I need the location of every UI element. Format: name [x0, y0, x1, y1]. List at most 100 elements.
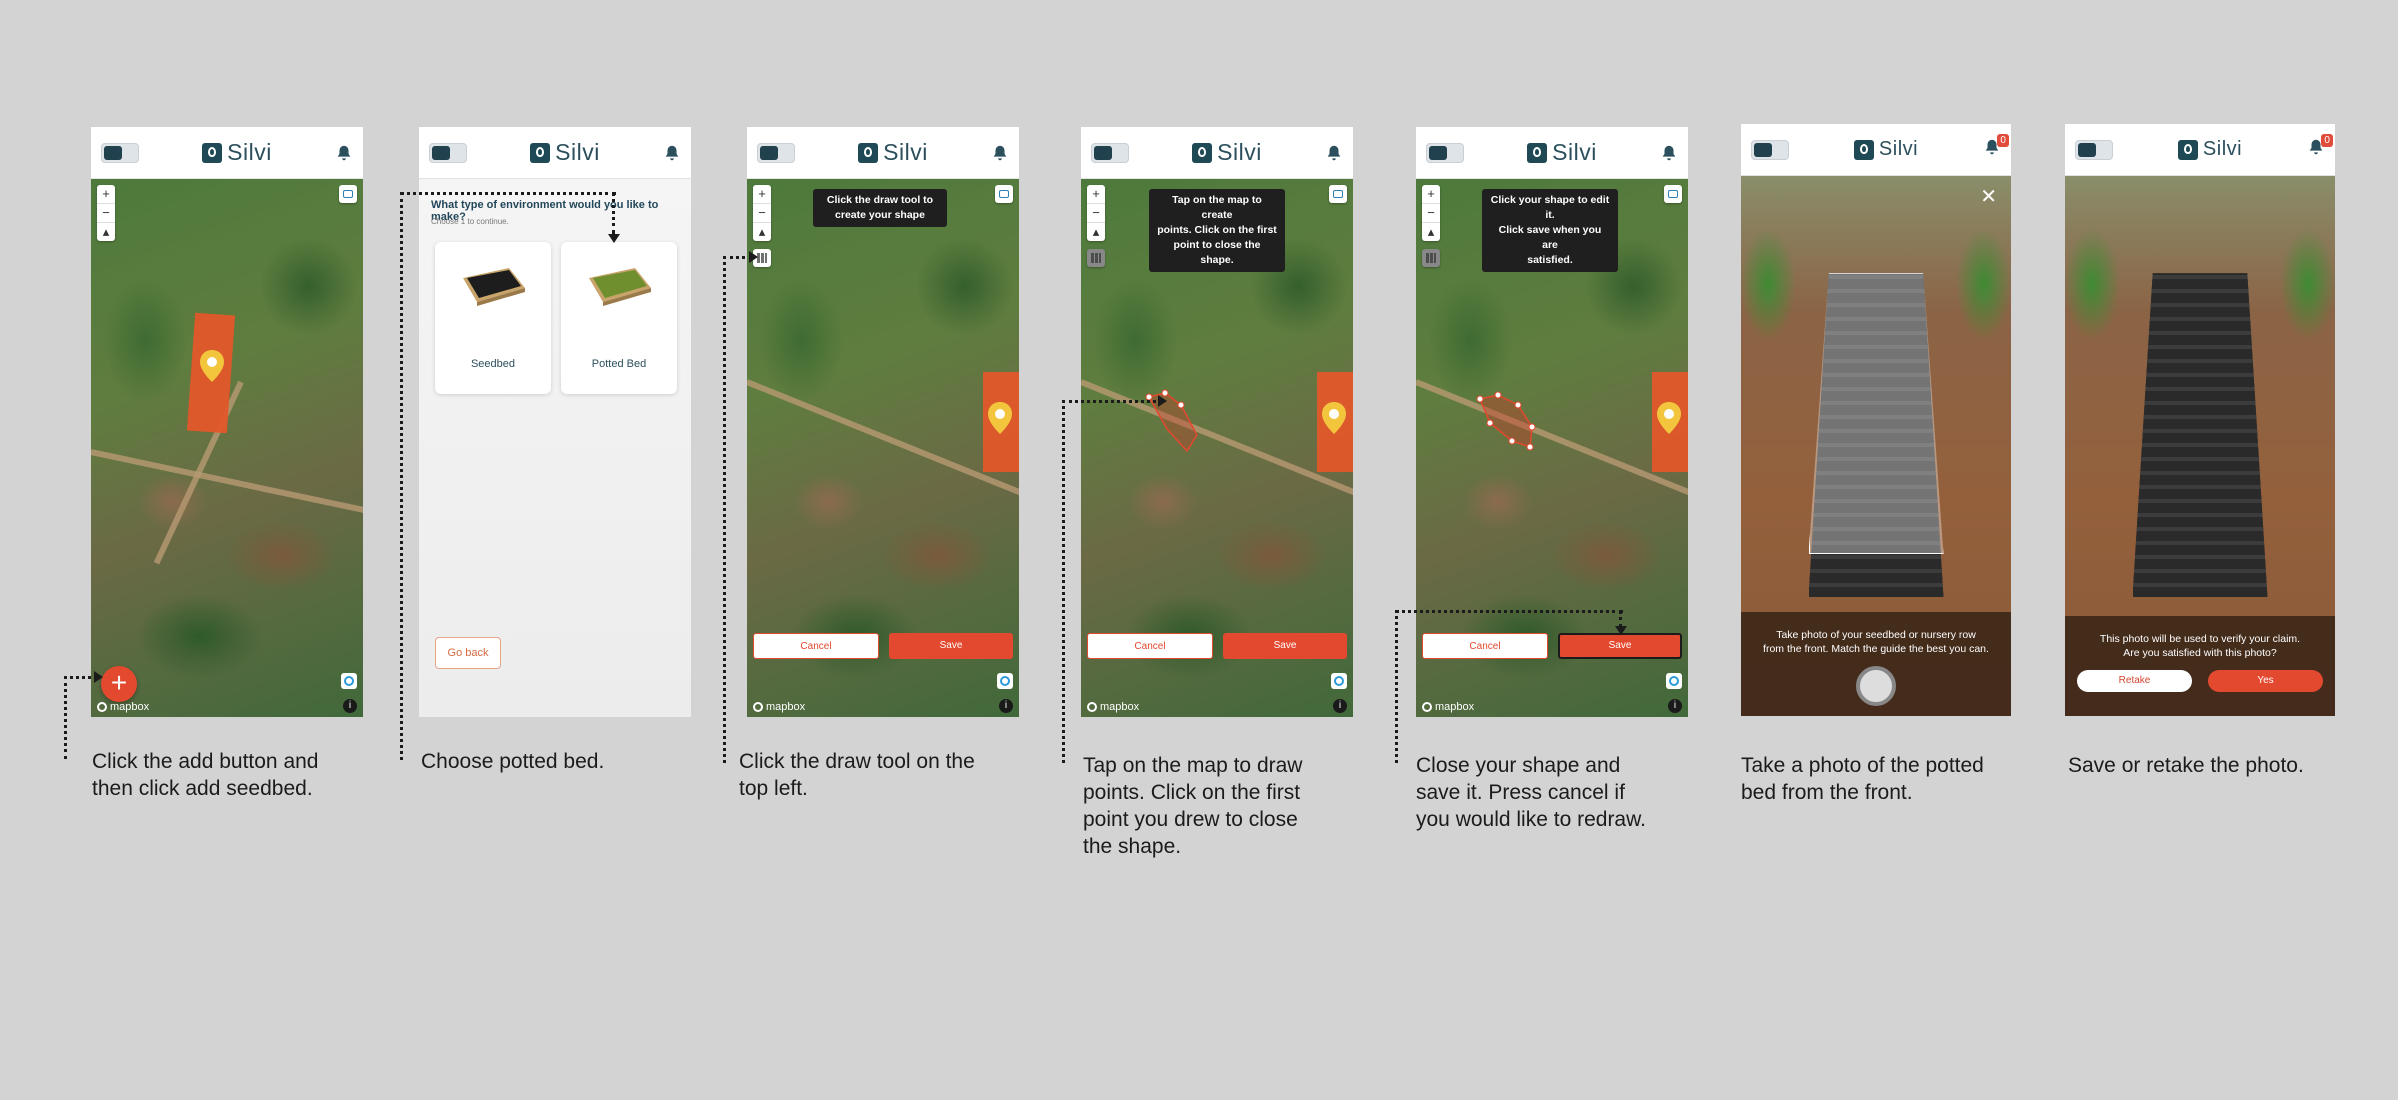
locate-icon[interactable] [1666, 673, 1682, 689]
map-pin-icon[interactable] [1321, 401, 1347, 435]
theme-toggle[interactable] [1751, 139, 1789, 160]
zoom-out-button[interactable]: − [1087, 204, 1105, 223]
caption-line: Click the draw tool on the [739, 750, 975, 773]
potted-bed-photo [2132, 273, 2268, 598]
locate-icon[interactable] [1331, 673, 1347, 689]
top-bar: Silvi 0 [1741, 124, 2011, 176]
zoom-controls: + − ▴ [1087, 185, 1105, 241]
draw-tooltip: Click the draw tool to create your shape [813, 189, 947, 227]
photo-instructions: Take photo of your seedbed or nursery ro… [1741, 612, 2011, 716]
satellite-map[interactable]: + − ▴ Click the draw tool to create your… [747, 179, 1019, 717]
shutter-button[interactable] [1856, 666, 1896, 706]
theme-toggle[interactable] [2075, 139, 2113, 160]
confirm-prompt: This photo will be used to verify your c… [2065, 616, 2335, 716]
app-name: Silvi [1878, 138, 1919, 160]
locate-icon[interactable] [997, 673, 1013, 689]
action-buttons: Cancel Save [753, 633, 1013, 659]
silvi-logo-icon [2177, 139, 2198, 160]
caption-line: top left. [739, 777, 808, 800]
top-bar: Silvi [419, 127, 691, 179]
theme-toggle[interactable] [1426, 142, 1464, 163]
step-5-caption: Close your shape and save it. Press canc… [1416, 752, 1646, 833]
caption-line: Choose potted bed. [421, 750, 605, 773]
mapbox-attribution: mapbox [97, 701, 149, 713]
tooltip-line: point to close the shape. [1173, 239, 1261, 266]
cancel-button[interactable]: Cancel [753, 633, 879, 659]
screen-take-photo: Silvi 0 ✕ Take photo of your seedbed or … [1741, 124, 2011, 716]
closed-shape[interactable] [1472, 389, 1562, 469]
draw-tool-icon[interactable] [1087, 249, 1105, 267]
retake-button[interactable]: Retake [2077, 670, 2192, 692]
layers-icon[interactable] [339, 185, 357, 203]
step-7-caption: Save or retake the photo. [2068, 752, 2304, 779]
confirm-buttons: Retake Yes [2077, 670, 2323, 692]
mapbox-attribution: mapbox [753, 701, 805, 713]
instruction-line: Take photo of your seedbed or nursery ro… [1776, 629, 1976, 641]
theme-toggle[interactable] [1091, 142, 1129, 163]
connector-line [400, 192, 616, 760]
save-button[interactable]: Save [889, 633, 1013, 659]
map-pin-icon[interactable] [987, 401, 1013, 435]
bell-icon[interactable] [1660, 144, 1678, 162]
step-1-caption: Click the add button and then click add … [92, 748, 319, 802]
reset-north-button[interactable]: ▴ [1087, 223, 1105, 241]
zoom-out-button[interactable]: − [1422, 204, 1440, 223]
zoom-in-button[interactable]: + [753, 185, 771, 204]
caption-line: Save or retake the photo. [2068, 754, 2304, 777]
theme-toggle[interactable] [757, 142, 795, 163]
close-icon[interactable]: ✕ [1980, 184, 1997, 209]
bell-icon[interactable] [663, 144, 681, 162]
arrow-icon [749, 251, 758, 263]
tooltip-line: satisfied. [1527, 254, 1573, 266]
step-6-caption: Take a photo of the potted bed from the … [1741, 752, 1984, 806]
zoom-out-button[interactable]: − [97, 204, 115, 223]
info-icon[interactable]: i [1668, 699, 1682, 713]
info-icon[interactable]: i [1333, 699, 1347, 713]
yes-button[interactable]: Yes [2208, 670, 2323, 692]
layers-icon[interactable] [1329, 185, 1347, 203]
add-button[interactable]: + [101, 666, 137, 702]
caption-line: you would like to redraw. [1416, 808, 1646, 831]
connector-line [1062, 400, 1163, 763]
prompt-line: Are you satisfied with this photo? [2123, 647, 2277, 659]
tooltip-line: Tap on the map to create [1172, 194, 1262, 221]
caption-line: the shape. [1083, 835, 1182, 858]
layers-icon[interactable] [1664, 185, 1682, 203]
photo-guide-overlay [1808, 273, 1944, 554]
map-pin-icon[interactable] [199, 349, 225, 383]
locate-icon[interactable] [341, 673, 357, 689]
satellite-map[interactable]: + − ▴ + mapbox i [91, 179, 363, 717]
notifications[interactable]: 0 [1983, 134, 2009, 161]
info-icon[interactable]: i [999, 699, 1013, 713]
app-name: Silvi [227, 139, 272, 165]
step-3-caption: Click the draw tool on the top left. [739, 748, 975, 802]
zoom-in-button[interactable]: + [97, 185, 115, 204]
info-icon[interactable]: i [343, 699, 357, 713]
silvi-logo-icon [530, 142, 551, 163]
layers-icon[interactable] [995, 185, 1013, 203]
connector-line [723, 256, 752, 763]
reset-north-button[interactable]: ▴ [753, 223, 771, 241]
theme-toggle[interactable] [101, 142, 139, 163]
save-button[interactable]: Save [1223, 633, 1347, 659]
draw-tool-icon[interactable] [1422, 249, 1440, 267]
notifications[interactable]: 0 [2307, 134, 2333, 161]
map-pin-icon[interactable] [1656, 401, 1682, 435]
bell-icon[interactable] [335, 144, 353, 162]
reset-north-button[interactable]: ▴ [97, 223, 115, 241]
zoom-in-button[interactable]: + [1087, 185, 1105, 204]
caption-line: points. Click on the first [1083, 781, 1301, 804]
silvi-logo-icon [1527, 142, 1548, 163]
app-name: Silvi [555, 139, 600, 165]
zoom-out-button[interactable]: − [753, 204, 771, 223]
connector-line [612, 192, 615, 234]
reset-north-button[interactable]: ▴ [1422, 223, 1440, 241]
bell-icon[interactable] [991, 144, 1009, 162]
step-4-caption: Tap on the map to draw points. Click on … [1083, 752, 1302, 860]
theme-toggle[interactable] [429, 142, 467, 163]
tooltip-line: create your shape [835, 209, 925, 221]
app-logo: Silvi [1527, 139, 1597, 166]
zoom-in-button[interactable]: + [1422, 185, 1440, 204]
caption-line: save it. Press cancel if [1416, 781, 1625, 804]
bell-icon[interactable] [1325, 144, 1343, 162]
